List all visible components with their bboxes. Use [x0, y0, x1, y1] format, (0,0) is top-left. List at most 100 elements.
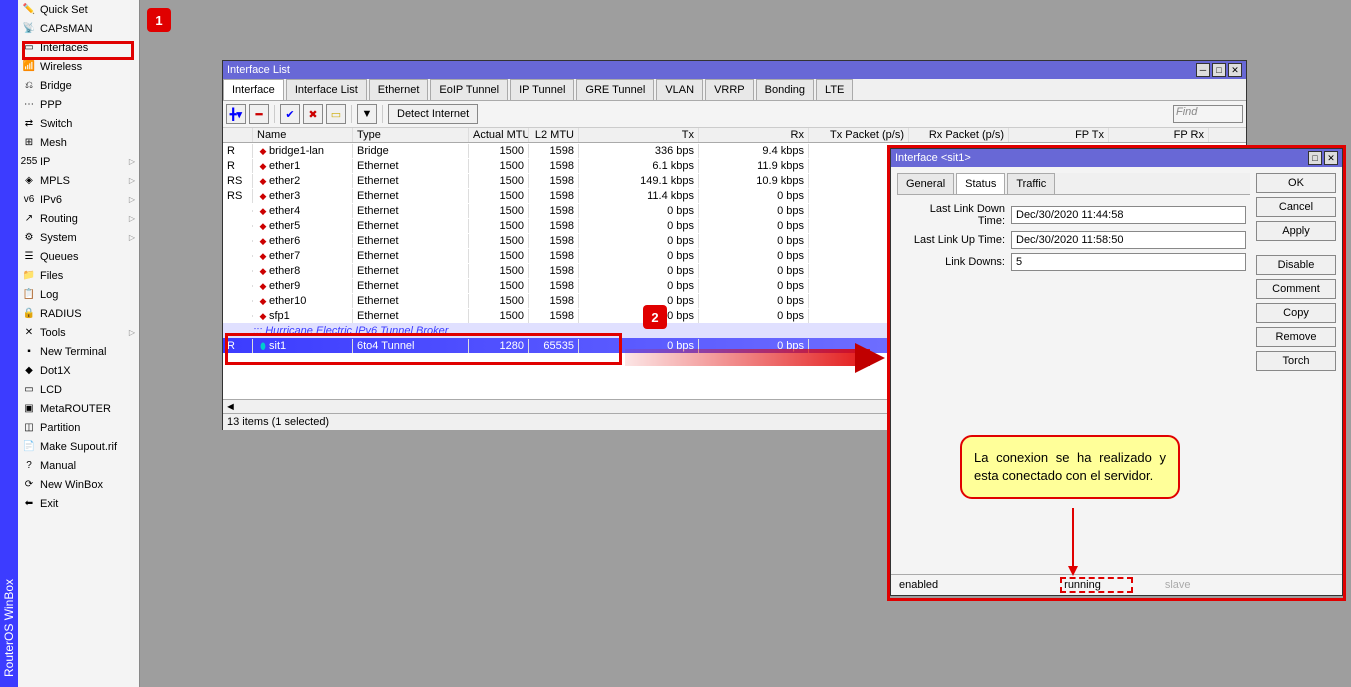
tab-eoip-tunnel[interactable]: EoIP Tunnel	[430, 79, 508, 100]
sidebar-item-system[interactable]: ⚙ System ▷	[18, 228, 139, 247]
sidebar-item-ipv6[interactable]: v6IPv6▷	[18, 190, 139, 209]
submenu-arrow-icon: ▷	[129, 176, 135, 185]
enable-button[interactable]: ✔	[280, 104, 300, 124]
sidebar-icon: ☰	[22, 250, 36, 264]
sidebar-icon: v6	[22, 193, 36, 207]
tab-vlan[interactable]: VLAN	[656, 79, 703, 100]
sidebar-item-label: New WinBox	[40, 479, 103, 491]
submenu-arrow-icon: ▷	[129, 214, 135, 223]
maximize-icon[interactable]: □	[1212, 63, 1226, 77]
interface-icon: ◆	[257, 236, 269, 247]
sidebar-item-label: MPLS	[40, 175, 70, 187]
app-title-bar: RouterOS WinBox	[0, 0, 18, 687]
sidebar-item-exit[interactable]: ⬅Exit	[18, 494, 139, 513]
sidebar-item-partition[interactable]: ◫ Partition	[18, 418, 139, 437]
tab-bonding[interactable]: Bonding	[756, 79, 814, 100]
sidebar-icon: ⊞	[22, 136, 36, 150]
sidebar-item-make-supout.rif[interactable]: 📄Make Supout.rif	[18, 437, 139, 456]
sidebar-item-lcd[interactable]: ▭LCD	[18, 380, 139, 399]
sidebar-icon: 📁	[22, 269, 36, 283]
toolbar: ╋▾ ━ ✔ ✖ ▭ ▼ Detect Internet Find	[223, 101, 1246, 128]
annotation-badge-2: 2	[643, 305, 667, 329]
annotation-arrow	[625, 349, 870, 366]
tab-vrrp[interactable]: VRRP	[705, 79, 754, 100]
sidebar-item-label: Mesh	[40, 137, 67, 149]
interface-icon: ◆	[257, 296, 269, 307]
interface-icon: ◆	[257, 161, 269, 172]
sidebar-icon: ◆	[22, 364, 36, 378]
sidebar-icon: ↗	[22, 212, 36, 226]
close-icon[interactable]: ✕	[1228, 63, 1242, 77]
interface-icon: ◆	[257, 191, 269, 202]
sidebar-icon: ⎌	[22, 79, 36, 93]
interface-icon: ◆	[257, 311, 269, 322]
comment-button[interactable]: ▭	[326, 104, 346, 124]
interface-icon: ◆	[257, 281, 269, 292]
filter-button[interactable]: ▼	[357, 104, 377, 124]
sidebar-icon: ?	[22, 459, 36, 473]
minimize-icon[interactable]: ─	[1196, 63, 1210, 77]
sidebar-item-radius[interactable]: 🔒 RADIUS	[18, 304, 139, 323]
sidebar-item-ip[interactable]: 255IP▷	[18, 152, 139, 171]
annotation-box-3	[887, 145, 1346, 601]
sidebar-icon: ⬅	[22, 497, 36, 511]
sidebar-item-label: IP	[40, 156, 50, 168]
sidebar-icon: ✏️	[22, 3, 36, 17]
annotation-box-2	[225, 333, 622, 365]
sidebar-item-label: IPv6	[40, 194, 62, 206]
interface-icon: ◆	[257, 251, 269, 262]
sidebar-item-dot1x[interactable]: ◆ Dot1X	[18, 361, 139, 380]
tab-gre-tunnel[interactable]: GRE Tunnel	[576, 79, 654, 100]
interface-icon: ◆	[257, 176, 269, 187]
sidebar-item-new-terminal[interactable]: ▪New Terminal	[18, 342, 139, 361]
tab-lte[interactable]: LTE	[816, 79, 853, 100]
sidebar-icon: ⋯	[22, 98, 36, 112]
sidebar-item-capsman[interactable]: 📡CAPsMAN	[18, 19, 139, 38]
sidebar-item-bridge[interactable]: ⎌Bridge	[18, 76, 139, 95]
sidebar-item-label: LCD	[40, 384, 62, 396]
sidebar-item-label: Make Supout.rif	[40, 441, 117, 453]
sidebar-item-routing[interactable]: ↗ Routing ▷	[18, 209, 139, 228]
disable-button[interactable]: ✖	[303, 104, 323, 124]
sidebar-item-label: Log	[40, 289, 58, 301]
interface-icon: ◆	[257, 266, 269, 277]
sidebar-icon: ◫	[22, 421, 36, 435]
sidebar-item-switch[interactable]: ⇄Switch	[18, 114, 139, 133]
sidebar-item-label: Queues	[40, 251, 79, 263]
sidebar-item-log[interactable]: 📋Log	[18, 285, 139, 304]
titlebar[interactable]: Interface List ─ □ ✕	[223, 61, 1246, 79]
sidebar-item-mpls[interactable]: ◈MPLS▷	[18, 171, 139, 190]
sidebar-icon: ⚙	[22, 231, 36, 245]
tab-ethernet[interactable]: Ethernet	[369, 79, 429, 100]
remove-button[interactable]: ━	[249, 104, 269, 124]
sidebar-item-mesh[interactable]: ⊞ Mesh	[18, 133, 139, 152]
sidebar: ✏️Quick Set📡CAPsMAN▭Interfaces📶Wireless⎌…	[18, 0, 140, 687]
tab-ip-tunnel[interactable]: IP Tunnel	[510, 79, 574, 100]
find-input[interactable]: Find	[1173, 105, 1243, 123]
tab-interface-list[interactable]: Interface List	[286, 79, 367, 100]
sidebar-item-label: Manual	[40, 460, 76, 472]
sidebar-item-label: System	[40, 232, 77, 244]
sidebar-item-label: RADIUS	[40, 308, 82, 320]
sidebar-item-label: Tools	[40, 327, 66, 339]
sidebar-icon: 🔒	[22, 307, 36, 321]
sidebar-item-quick-set[interactable]: ✏️Quick Set	[18, 0, 139, 19]
tab-interface[interactable]: Interface	[223, 79, 284, 100]
sidebar-item-files[interactable]: 📁Files	[18, 266, 139, 285]
sidebar-item-label: Dot1X	[40, 365, 71, 377]
sidebar-item-queues[interactable]: ☰ Queues	[18, 247, 139, 266]
table-header: Name Type Actual MTU L2 MTU Tx Rx Tx Pac…	[223, 128, 1246, 143]
sidebar-item-manual[interactable]: ? Manual	[18, 456, 139, 475]
interface-icon: ◆	[257, 206, 269, 217]
add-button[interactable]: ╋▾	[226, 104, 246, 124]
sidebar-item-label: Partition	[40, 422, 80, 434]
sidebar-item-new-winbox[interactable]: ⟳New WinBox	[18, 475, 139, 494]
sidebar-item-ppp[interactable]: ⋯ PPP	[18, 95, 139, 114]
sidebar-item-metarouter[interactable]: ▣MetaROUTER	[18, 399, 139, 418]
interface-icon: ◆	[257, 221, 269, 232]
sidebar-item-tools[interactable]: ✕Tools▷	[18, 323, 139, 342]
submenu-arrow-icon: ▷	[129, 233, 135, 242]
sidebar-item-label: Routing	[40, 213, 78, 225]
detect-internet-button[interactable]: Detect Internet	[388, 104, 478, 124]
sidebar-item-label: PPP	[40, 99, 62, 111]
